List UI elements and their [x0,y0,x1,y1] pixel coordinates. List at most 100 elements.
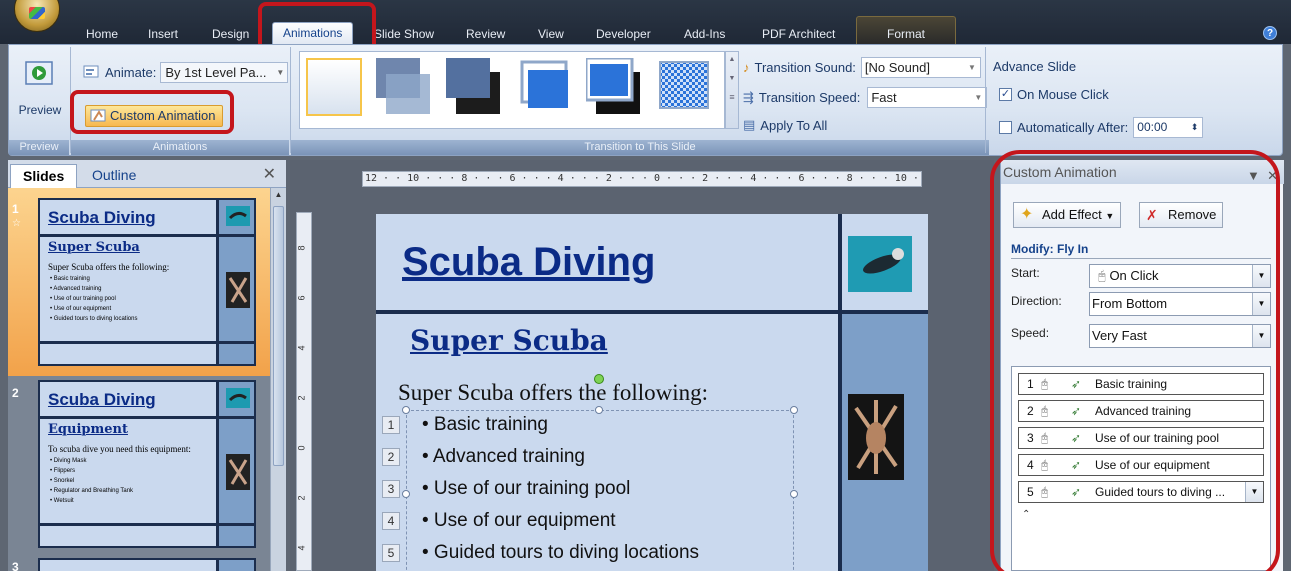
tab-pdf-architect[interactable]: PDF Architect [762,24,835,44]
transition-fade-black-thumb[interactable] [446,58,502,116]
on-mouse-click-checkbox[interactable]: ✓ On Mouse Click [999,87,1109,102]
slide-thumbnail-3[interactable]: 3 [8,556,270,571]
automatically-after-row: Automatically After: 00:00 ⬍ [999,117,1204,138]
transition-speed-label: Transition Speed: [758,90,861,105]
slide-thumbnail-2[interactable]: 2 Scuba Diving Equipment To scuba dive y… [8,378,270,566]
mini-bullet: • Snorkel [50,478,75,484]
mini-lead: To scuba dive you need this equipment: [48,444,191,454]
ribbon-tab-bar: Home Insert Design Animations Slide Show… [0,0,1291,44]
slide-3-preview [38,558,256,571]
apply-to-all-button[interactable]: ▤ Apply To All [743,117,827,133]
resize-handle[interactable] [402,406,410,414]
slide-bullet: • Use of our equipment [422,510,616,531]
close-icon[interactable]: ✕ [263,164,276,184]
resize-handle[interactable] [790,490,798,498]
slide-bullet: • Basic training [422,414,548,435]
preview-button[interactable]: Preview [11,55,69,127]
tab-view[interactable]: View [538,24,564,44]
slide-divider [40,341,254,344]
transition-cut-thumb[interactable] [516,58,572,116]
tab-home[interactable]: Home [86,24,118,44]
rotation-handle[interactable] [594,374,604,384]
transition-sound-dropdown[interactable]: [No Sound] ▼ [860,57,981,78]
slides-scrollbar[interactable]: ▲ [270,188,286,571]
resize-handle[interactable] [595,406,603,414]
mini-bullet: • Flippers [50,468,76,474]
group-divider [985,47,986,153]
mini-bullet: • Advanced training [50,286,102,292]
scroll-up-icon[interactable]: ▲ [726,56,738,63]
resize-handle[interactable] [790,406,798,414]
animation-order-tag[interactable]: 4 [382,512,400,530]
tab-developer[interactable]: Developer [596,24,651,44]
lionfish-image [226,272,250,308]
slide-number: 2 [12,386,19,400]
lionfish-image [226,454,250,490]
animation-star-icon: ☆ [12,218,21,229]
mini-bullet: • Wetsuit [50,498,74,504]
spinner-icon[interactable]: ⬍ [1191,118,1199,137]
mini-title: Scuba Diving [48,208,156,227]
slide-number: 3 [12,560,19,571]
slide-thumbnail-1[interactable]: 1 ☆ Scuba Diving Super Scuba Super Scuba… [8,188,270,376]
transition-group-label: Transition to This Slide [291,140,989,155]
resize-handle[interactable] [402,490,410,498]
tab-outline[interactable]: Outline [80,164,148,188]
animate-dropdown[interactable]: By 1st Level Pa... ▼ [160,61,289,83]
slide-title[interactable]: Scuba Diving [402,240,655,285]
tab-add-ins[interactable]: Add-Ins [684,24,725,44]
tab-review[interactable]: Review [466,24,505,44]
checkbox-checked-icon: ✓ [999,88,1012,101]
transition-cut-black-thumb[interactable] [584,56,642,116]
scrollbar-thumb[interactable] [273,206,284,466]
slide-divider [40,234,254,237]
slide-side-panel [219,560,254,571]
advance-slide-label: Advance Slide [993,59,1077,74]
automatically-after-spinner[interactable]: 00:00 ⬍ [1133,117,1204,138]
slide-2-preview: Scuba Diving Equipment To scuba dive you… [38,380,256,548]
mini-subtitle: Super Scuba [48,240,140,255]
animation-order-tag[interactable]: 5 [382,544,400,562]
transition-gallery[interactable] [299,51,725,129]
sound-icon: ♪ [743,60,750,75]
automatically-after-checkbox[interactable] [999,121,1012,134]
transition-speed-dropdown[interactable]: Fast ▼ [867,87,988,108]
scroll-down-icon[interactable]: ▼ [726,75,738,82]
chevron-down-icon: ▼ [968,63,976,72]
slide-bullet: • Advanced training [422,446,585,467]
diver-image[interactable] [848,236,912,292]
diver-image [226,206,250,226]
animate-icon [83,65,99,78]
slide-divider [216,560,219,571]
transition-fade-thumb[interactable] [376,58,432,116]
animation-order-tag[interactable]: 1 [382,416,400,434]
gallery-scroll[interactable]: ▲ ▼ ≡ [725,51,739,129]
animation-order-tag[interactable]: 2 [382,448,400,466]
lionfish-image[interactable] [848,394,904,480]
slide-lead-text[interactable]: Super Scuba offers the following: [398,380,708,406]
mini-title: Scuba Diving [48,390,156,409]
mini-bullet: • Diving Mask [50,458,87,464]
transition-dissolve-thumb[interactable] [656,58,712,116]
tab-insert[interactable]: Insert [148,24,178,44]
scroll-up-icon[interactable]: ▲ [271,190,286,199]
horizontal-ruler: 12 · · 10 · · · 8 · · · 6 · · · 4 · · · … [362,171,922,187]
tab-slides[interactable]: Slides [10,164,78,188]
tab-slide-show[interactable]: Slide Show [374,24,434,44]
animations-group-label: Animations [71,140,289,155]
custom-animation-pane-highlight [990,150,1280,571]
slide-bullet: • Use of our training pool [422,478,631,499]
office-button[interactable] [14,0,60,32]
current-slide[interactable]: Scuba Diving Super Scuba Super Scuba off… [376,214,928,571]
gallery-more-icon[interactable]: ≡ [726,92,738,102]
slide-subtitle[interactable]: Super Scuba [410,324,608,357]
animation-order-tag[interactable]: 3 [382,480,400,498]
mini-bullet: • Use of our training pool [50,296,116,302]
tab-design[interactable]: Design [212,24,249,44]
slide-divider [40,416,254,419]
transition-none-thumb[interactable] [306,58,362,116]
tab-format[interactable]: Format [856,16,957,44]
help-icon[interactable]: ? [1263,26,1277,40]
preview-group-label: Preview [9,140,69,155]
slide-divider [216,382,219,546]
